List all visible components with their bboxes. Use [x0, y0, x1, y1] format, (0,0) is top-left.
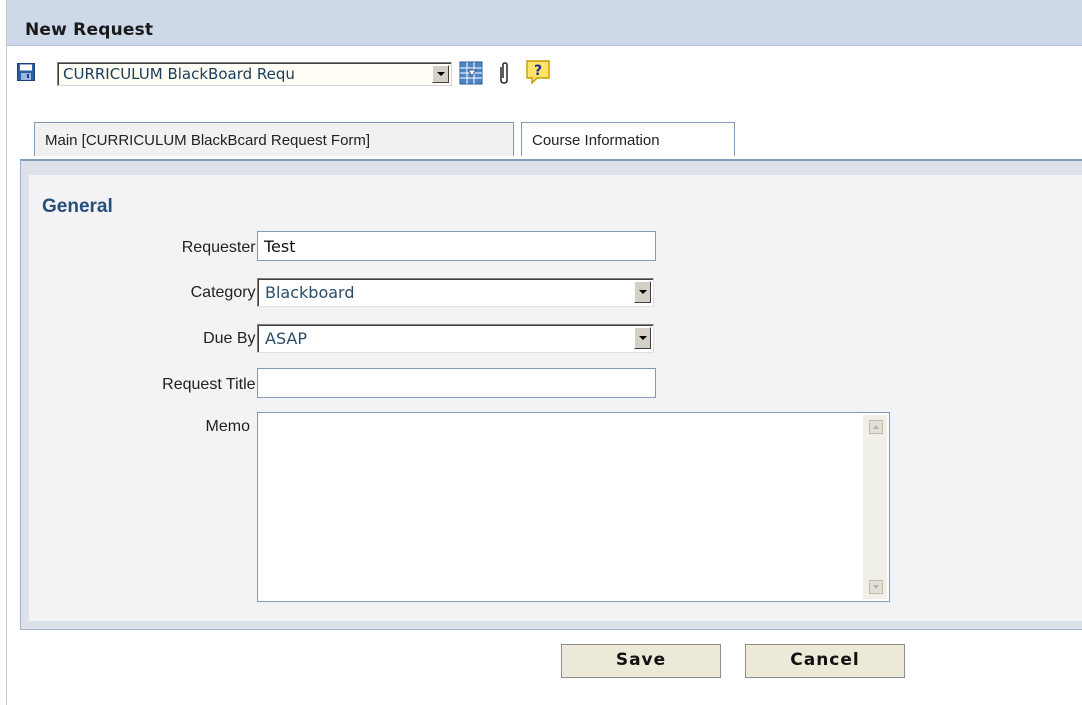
request-title-label: Request Title: — [162, 376, 260, 393]
due-by-select[interactable]: ASAP — [257, 324, 654, 353]
memo-textarea[interactable] — [257, 412, 890, 602]
tab-main[interactable]: Main [CURRICULUM BlackBcard Request Form… — [34, 122, 514, 156]
save-icon[interactable] — [17, 63, 35, 81]
scroll-up-icon[interactable] — [869, 420, 883, 434]
svg-text:?: ? — [534, 63, 542, 79]
help-icon[interactable]: ? — [525, 59, 551, 85]
scroll-down-icon[interactable] — [869, 580, 883, 594]
paperclip-icon[interactable] — [497, 61, 511, 85]
category-value: Blackboard — [265, 283, 355, 302]
cancel-button[interactable]: Cancel — [745, 644, 905, 678]
chevron-down-icon[interactable] — [432, 65, 449, 83]
request-template-select[interactable]: CURRICULUM BlackBoard Requ — [57, 62, 452, 86]
chevron-down-icon[interactable] — [634, 281, 651, 303]
requester-label: Requester: — [181, 239, 260, 256]
save-button[interactable]: Save — [561, 644, 721, 678]
toolbar: CURRICULUM BlackBoard Requ ? — [7, 46, 1082, 106]
memo-scrollbar[interactable] — [863, 415, 887, 599]
chevron-down-icon[interactable] — [634, 327, 651, 349]
due-by-value: ASAP — [265, 329, 307, 348]
requester-input[interactable]: Test — [257, 231, 656, 261]
due-by-label: Due By: — [203, 330, 260, 347]
request-title-input[interactable] — [257, 368, 656, 398]
tab-course-information[interactable]: Course Information — [521, 122, 735, 156]
memo-label: Memo — [205, 418, 250, 435]
category-select[interactable]: Blackboard — [257, 278, 654, 307]
section-title-general: General — [42, 196, 113, 217]
grid-form-icon[interactable] — [459, 61, 483, 85]
window-title: New Request — [25, 20, 154, 40]
window-titlebar: New Request — [7, 0, 1082, 46]
category-label: Category: — [190, 284, 260, 301]
request-template-value: CURRICULUM BlackBoard Requ — [63, 65, 295, 83]
